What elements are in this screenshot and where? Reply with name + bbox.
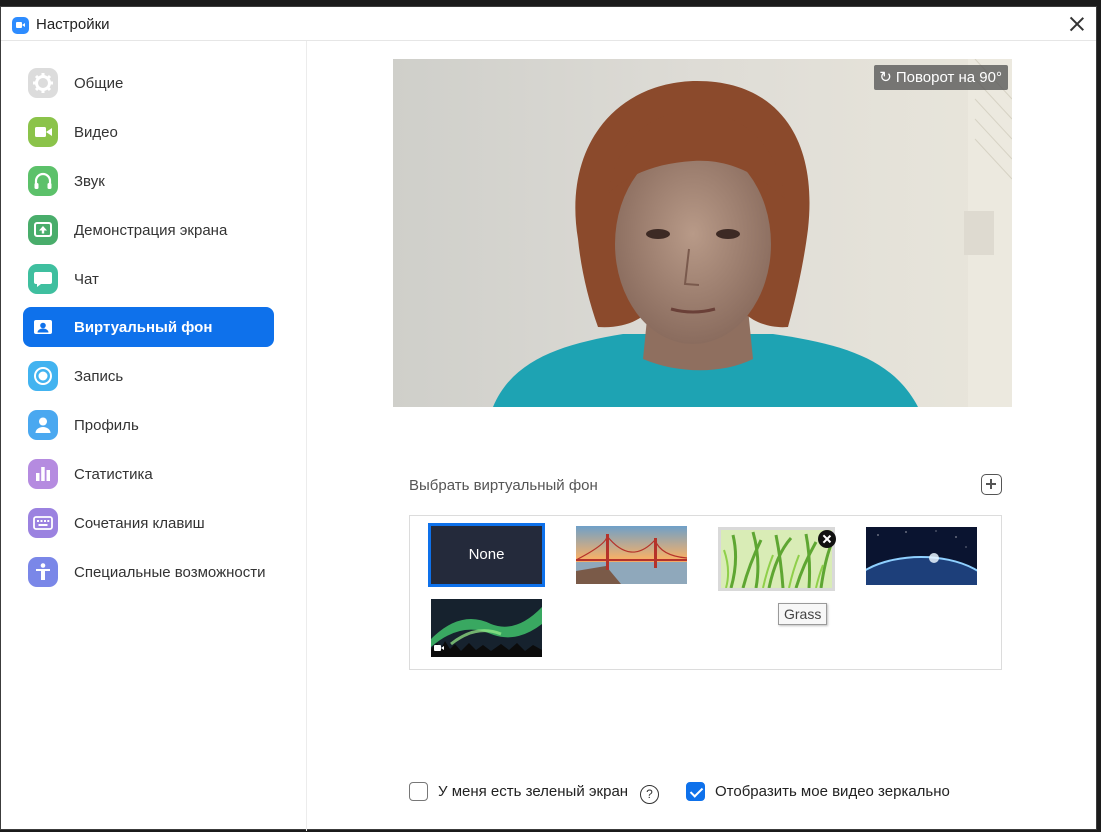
golden-gate-image bbox=[576, 526, 687, 584]
background-thumb-none[interactable]: None bbox=[428, 523, 545, 587]
sidebar-item-label: Сочетания клавиш bbox=[74, 515, 205, 532]
user-icon bbox=[28, 410, 58, 440]
help-icon[interactable]: ? bbox=[640, 785, 659, 804]
rotate-button-label: Поворот на 90° bbox=[895, 69, 1002, 86]
background-thumb-earth[interactable] bbox=[866, 527, 977, 585]
sidebar-item-keyboard-shortcuts[interactable]: Сочетания клавиш bbox=[23, 503, 274, 543]
earth-image bbox=[866, 527, 977, 585]
window-title: Настройки bbox=[36, 16, 110, 33]
sidebar-item-share-screen[interactable]: Демонстрация экрана bbox=[23, 210, 274, 250]
background-tooltip: Grass bbox=[778, 603, 828, 625]
person-card-icon bbox=[28, 312, 58, 342]
chat-bubble-icon bbox=[28, 264, 58, 294]
background-thumb-label: None bbox=[468, 546, 505, 563]
sidebar-item-chat[interactable]: Чат bbox=[23, 259, 274, 299]
sidebar-item-virtual-background[interactable]: Виртуальный фон bbox=[23, 307, 274, 347]
sidebar-item-statistics[interactable]: Статистика bbox=[23, 454, 274, 494]
rotate-icon: ↻ bbox=[879, 69, 892, 86]
sidebar-item-audio[interactable]: Звук bbox=[23, 161, 274, 201]
mirror-video-checkbox[interactable] bbox=[686, 782, 705, 801]
video-camera-icon bbox=[28, 117, 58, 147]
accessibility-icon bbox=[28, 557, 58, 587]
background-thumb-golden-gate[interactable] bbox=[576, 526, 687, 584]
aurora-image bbox=[431, 599, 542, 657]
sidebar-item-label: Общие bbox=[74, 75, 124, 92]
settings-sidebar: Общие Видео Звук Демонстрация экрана Чат bbox=[1, 41, 307, 831]
close-button[interactable] bbox=[1064, 11, 1090, 37]
background-thumb-aurora[interactable] bbox=[431, 599, 542, 657]
sidebar-item-label: Виртуальный фон bbox=[74, 319, 213, 336]
sidebar-item-label: Звук bbox=[74, 173, 105, 190]
rotate-video-button[interactable]: ↻ Поворот на 90° bbox=[874, 65, 1008, 90]
sidebar-item-label: Статистика bbox=[74, 466, 153, 483]
sidebar-item-label: Демонстрация экрана bbox=[74, 222, 228, 239]
zoom-logo-icon bbox=[12, 17, 29, 34]
gear-icon bbox=[28, 68, 58, 98]
add-background-button[interactable] bbox=[981, 474, 1002, 495]
green-screen-label: У меня есть зеленый экран bbox=[438, 783, 629, 800]
keyboard-icon bbox=[28, 508, 58, 538]
record-icon bbox=[28, 361, 58, 391]
settings-window: Настройки Общие Видео Звук Демонстрация … bbox=[0, 6, 1097, 831]
sidebar-item-recording[interactable]: Запись bbox=[23, 356, 274, 396]
video-preview: ↻ Поворот на 90° bbox=[393, 59, 1012, 407]
share-screen-icon bbox=[28, 215, 58, 245]
sidebar-item-label: Специальные возможности bbox=[74, 564, 266, 581]
sidebar-item-profile[interactable]: Профиль bbox=[23, 405, 274, 445]
sidebar-item-label: Видео bbox=[74, 124, 118, 141]
sidebar-item-general[interactable]: Общие bbox=[23, 63, 274, 103]
mirror-video-label: Отобразить мое видео зеркально bbox=[715, 783, 950, 800]
sidebar-item-label: Чат bbox=[74, 271, 99, 288]
sidebar-item-label: Запись bbox=[74, 368, 124, 385]
bar-chart-icon bbox=[28, 459, 58, 489]
sidebar-item-video[interactable]: Видео bbox=[23, 112, 274, 152]
green-screen-checkbox[interactable] bbox=[409, 782, 428, 801]
camera-feed-image bbox=[393, 59, 1012, 407]
delete-background-button[interactable] bbox=[818, 530, 836, 548]
sidebar-item-label: Профиль bbox=[74, 417, 139, 434]
headphones-icon bbox=[28, 166, 58, 196]
sidebar-item-accessibility[interactable]: Специальные возможности bbox=[23, 552, 274, 592]
choose-background-label: Выбрать виртуальный фон bbox=[409, 477, 598, 494]
title-bar: Настройки bbox=[1, 7, 1096, 41]
grass-image bbox=[721, 530, 832, 588]
